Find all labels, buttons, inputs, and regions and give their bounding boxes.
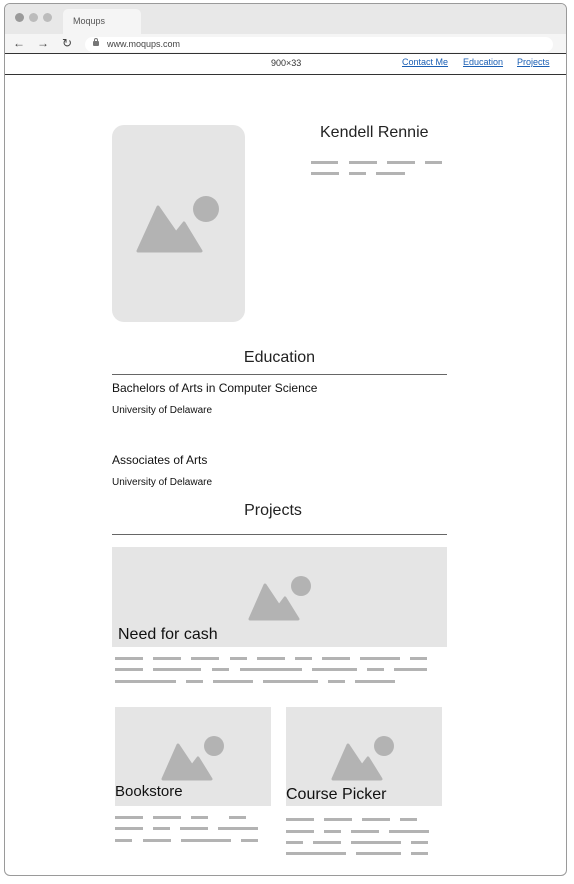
text-placeholder-line	[143, 839, 171, 842]
text-placeholder-line	[425, 161, 442, 164]
text-placeholder-line	[286, 830, 314, 833]
text-placeholder-line	[240, 668, 302, 671]
text-placeholder-line	[153, 668, 201, 671]
close-window-icon[interactable]	[15, 13, 24, 22]
text-placeholder-line	[213, 680, 253, 683]
projects-divider	[112, 534, 447, 535]
text-placeholder-line	[362, 818, 390, 821]
text-placeholder-line	[400, 818, 417, 821]
text-placeholder-line	[115, 827, 143, 830]
text-placeholder-line	[355, 680, 395, 683]
text-placeholder-line	[387, 161, 415, 164]
address-bar[interactable]: www.moqups.com	[85, 37, 553, 52]
text-placeholder-line	[180, 827, 208, 830]
text-placeholder-line	[218, 827, 258, 830]
image-placeholder-icon	[248, 576, 311, 621]
page-header: 900×33 Contact Me Education Projects	[5, 53, 566, 75]
school-1: University of Delaware	[112, 405, 213, 416]
text-placeholder-line	[351, 841, 401, 844]
education-title: Education	[243, 349, 316, 366]
nav-link-projects[interactable]: Projects	[517, 57, 550, 67]
text-placeholder-line	[324, 830, 341, 833]
text-placeholder-line	[115, 816, 143, 819]
school-2: University of Delaware	[112, 477, 213, 488]
lock-icon	[93, 38, 99, 46]
text-placeholder-line	[286, 841, 303, 844]
text-placeholder-line	[241, 839, 258, 842]
text-placeholder-line	[286, 818, 314, 821]
text-placeholder-line	[153, 816, 181, 819]
text-placeholder-line	[186, 680, 203, 683]
nav-link-education[interactable]: Education	[463, 57, 503, 67]
text-placeholder-line	[115, 839, 132, 842]
text-placeholder-line	[328, 680, 345, 683]
text-placeholder-line	[263, 680, 318, 683]
text-placeholder-line	[229, 816, 246, 819]
nav-link-contact[interactable]: Contact Me	[402, 57, 448, 67]
project-card-course-picker[interactable]: Course Picker	[286, 707, 442, 806]
text-placeholder-line	[115, 657, 143, 660]
browser-toolbar: ← → ↻ www.moqups.com	[5, 34, 566, 53]
header-dimensions: 900×33	[271, 58, 302, 68]
text-placeholder-line	[356, 852, 401, 855]
arrow-right-icon[interactable]: →	[37, 37, 49, 49]
text-placeholder-line	[312, 668, 357, 671]
project-name: Course Picker	[286, 786, 387, 803]
text-placeholder-line	[322, 657, 350, 660]
text-placeholder-line	[311, 172, 339, 175]
profile-name: Kendell Rennie	[320, 124, 429, 141]
profile-photo	[112, 125, 245, 322]
tab-title: Moqups	[73, 16, 106, 26]
text-placeholder-line	[191, 816, 208, 819]
text-placeholder-line	[349, 161, 377, 164]
text-placeholder-line	[394, 668, 427, 671]
degree-2: Associates of Arts	[112, 453, 208, 467]
arrow-left-icon[interactable]: ←	[13, 37, 25, 49]
text-placeholder-line	[313, 841, 341, 844]
project-name: Need for cash	[118, 626, 218, 643]
text-placeholder-line	[351, 830, 379, 833]
project-card-need-for-cash[interactable]: Need for cash	[112, 547, 447, 647]
text-placeholder-line	[410, 657, 427, 660]
text-placeholder-line	[212, 668, 229, 671]
text-placeholder-line	[411, 841, 428, 844]
text-placeholder-line	[376, 172, 405, 175]
minimize-window-icon[interactable]	[29, 13, 38, 22]
text-placeholder-line	[360, 657, 400, 660]
text-placeholder-line	[230, 657, 247, 660]
project-name: Bookstore	[115, 783, 183, 800]
text-placeholder-line	[115, 668, 143, 671]
reload-icon[interactable]: ↻	[61, 37, 73, 49]
image-placeholder-icon	[331, 736, 394, 781]
projects-title: Projects	[244, 502, 302, 519]
url-text: www.moqups.com	[107, 39, 181, 49]
image-placeholder-icon	[161, 736, 224, 781]
text-placeholder-line	[181, 839, 231, 842]
title-bar: Moqups	[5, 4, 566, 34]
text-placeholder-line	[389, 830, 429, 833]
text-placeholder-line	[295, 657, 312, 660]
image-placeholder-icon	[136, 196, 219, 253]
maximize-window-icon[interactable]	[43, 13, 52, 22]
text-placeholder-line	[257, 657, 285, 660]
text-placeholder-line	[411, 852, 428, 855]
text-placeholder-line	[349, 172, 366, 175]
degree-1: Bachelors of Arts in Computer Science	[112, 381, 318, 395]
text-placeholder-line	[286, 852, 346, 855]
text-placeholder-line	[367, 668, 384, 671]
text-placeholder-line	[115, 680, 176, 683]
education-divider	[112, 374, 447, 375]
text-placeholder-line	[153, 827, 170, 830]
text-placeholder-line	[153, 657, 181, 660]
text-placeholder-line	[311, 161, 338, 164]
text-placeholder-line	[191, 657, 219, 660]
browser-tab[interactable]: Moqups	[63, 9, 141, 34]
text-placeholder-line	[324, 818, 352, 821]
project-card-bookstore[interactable]: Bookstore	[115, 707, 271, 806]
